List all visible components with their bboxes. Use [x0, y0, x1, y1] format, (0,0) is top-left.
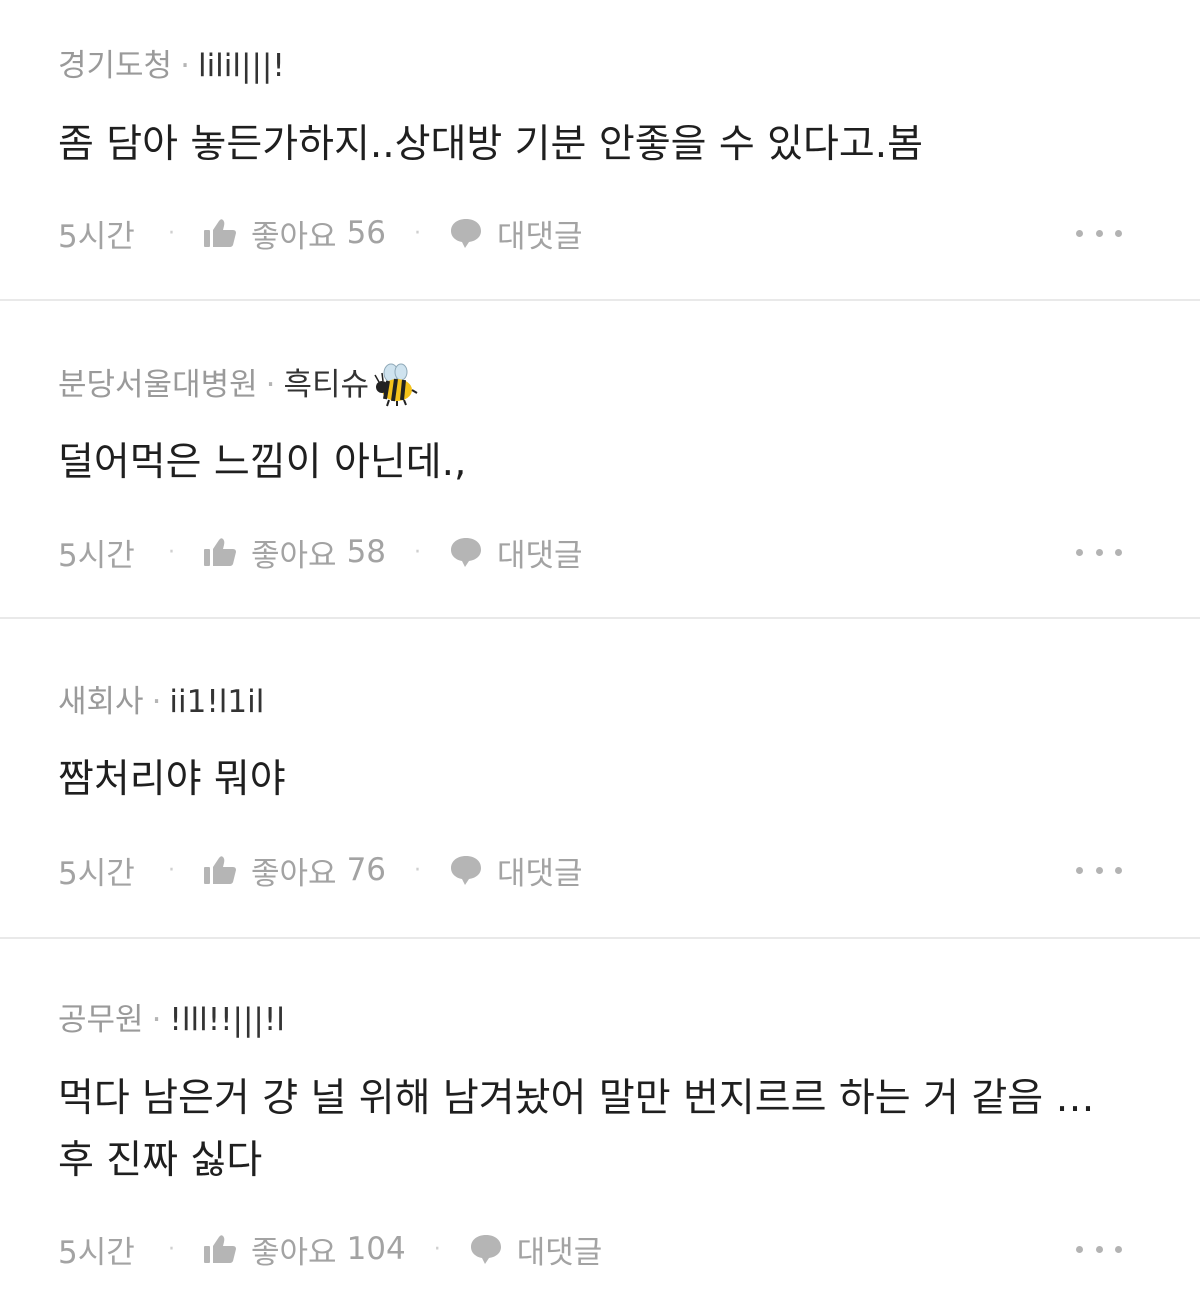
thumbs-up-icon: [204, 856, 236, 884]
action-separator: ·: [168, 1236, 175, 1262]
comment-author[interactable]: 새회사 · ii1!l1il: [58, 682, 264, 722]
bee-icon: [374, 363, 418, 407]
speech-bubble-icon: [451, 538, 482, 567]
comment-text: 먹다 남은거 걍 널 위해 남겨놨어 말만 번지르르 하는 거 같음 … 후 진…: [58, 1076, 1095, 1183]
speech-bubble-icon: [470, 1235, 501, 1264]
like-button[interactable]: 좋아요 56: [203, 211, 386, 256]
reply-button[interactable]: 대댓글: [469, 1227, 603, 1272]
action-separator: ·: [414, 857, 422, 883]
like-count: 104: [346, 1231, 406, 1267]
reply-label: 대댓글: [497, 855, 583, 892]
ellipsis-icon[interactable]: [1076, 211, 1122, 255]
like-label: 좋아요: [251, 1234, 337, 1271]
comment-text: 짬처리야 뭐야: [58, 757, 286, 802]
comment-author[interactable]: 경기도청 · lilil|||!: [58, 46, 285, 86]
meta-separator: ·: [151, 684, 162, 720]
thumbs-up-icon: [204, 1235, 236, 1263]
comment-author[interactable]: 분당서울대병원 · 흑티슈: [58, 363, 419, 407]
comment-actions: 5시간 · 좋아요 56 · 대댓글: [58, 211, 1200, 255]
reply-label: 대댓글: [516, 1234, 603, 1271]
ellipsis-icon[interactable]: [1076, 1227, 1122, 1271]
author-nickname: !lll!!|||!l: [169, 1002, 285, 1038]
comment-item: 새회사 · ii1!l1il 짬처리야 뭐야 5시간 · 좋아요 76 · 대댓…: [0, 619, 1200, 939]
comment-item: 공무원 · !lll!!|||!l 먹다 남은거 걍 널 위해 남겨놨어 말만 …: [0, 939, 1200, 1309]
comment-item: 분당서울대병원 · 흑티슈 덜어먹은 느낌이 아닌데., 5시간 · 좋아요 5…: [0, 301, 1200, 619]
comment-text: 덜어먹은 느낌이 아닌데.,: [58, 440, 467, 485]
author-nickname: ii1!l1il: [169, 684, 265, 720]
reply-button[interactable]: 대댓글: [449, 211, 583, 256]
comment-time: 5시간: [58, 855, 135, 892]
thumbs-up-icon: [204, 538, 236, 566]
author-company: 새회사: [58, 684, 144, 720]
comment-actions: 5시간 · 좋아요 104 · 대댓글: [58, 1227, 1200, 1271]
action-separator: ·: [433, 1236, 441, 1262]
thumbs-up-icon: [204, 219, 236, 247]
like-count: 76: [346, 852, 387, 888]
comment-list: 경기도청 · lilil|||! 좀 담아 놓든가하지..상대방 기분 안좋을 …: [0, 0, 1200, 1309]
author-company: 공무원: [58, 1002, 144, 1038]
comment-time: 5시간: [58, 537, 135, 574]
action-separator: ·: [168, 539, 175, 565]
author-nickname: 흑티슈: [283, 367, 370, 403]
comment-actions: 5시간 · 좋아요 58 · 대댓글: [58, 530, 1200, 574]
meta-separator: ·: [151, 1002, 162, 1038]
speech-bubble-icon: [451, 219, 482, 248]
reply-button[interactable]: 대댓글: [449, 530, 583, 575]
ellipsis-icon[interactable]: [1076, 530, 1122, 574]
action-separator: ·: [414, 220, 422, 246]
like-button[interactable]: 좋아요 58: [203, 530, 386, 575]
comment-text: 좀 담아 놓든가하지..상대방 기분 안좋을 수 있다고.봄: [58, 122, 924, 167]
like-label: 좋아요: [251, 537, 337, 574]
like-count: 58: [346, 534, 387, 570]
like-button[interactable]: 좋아요 76: [203, 848, 386, 893]
reply-button[interactable]: 대댓글: [449, 848, 583, 893]
comment-actions: 5시간 · 좋아요 76 · 대댓글: [58, 848, 1200, 892]
comment-author[interactable]: 공무원 · !lll!!|||!l: [58, 1000, 285, 1040]
reply-label: 대댓글: [497, 218, 583, 255]
action-separator: ·: [414, 539, 422, 565]
reply-label: 대댓글: [497, 537, 583, 574]
action-separator: ·: [168, 857, 175, 883]
comment-item: 경기도청 · lilil|||! 좀 담아 놓든가하지..상대방 기분 안좋을 …: [0, 0, 1200, 301]
ellipsis-icon[interactable]: [1076, 848, 1122, 892]
like-count: 56: [346, 215, 387, 251]
comment-time: 5시간: [58, 1234, 135, 1271]
like-label: 좋아요: [251, 218, 337, 255]
meta-separator: ·: [180, 48, 190, 84]
author-company: 경기도청: [58, 48, 173, 84]
like-button[interactable]: 좋아요 104: [203, 1227, 406, 1272]
action-separator: ·: [168, 220, 175, 246]
speech-bubble-icon: [451, 856, 482, 885]
author-company: 분당서울대병원: [58, 367, 258, 403]
meta-separator: ·: [265, 367, 276, 403]
like-label: 좋아요: [251, 855, 337, 892]
author-nickname: lilil|||!: [197, 48, 285, 84]
comment-time: 5시간: [58, 218, 135, 255]
